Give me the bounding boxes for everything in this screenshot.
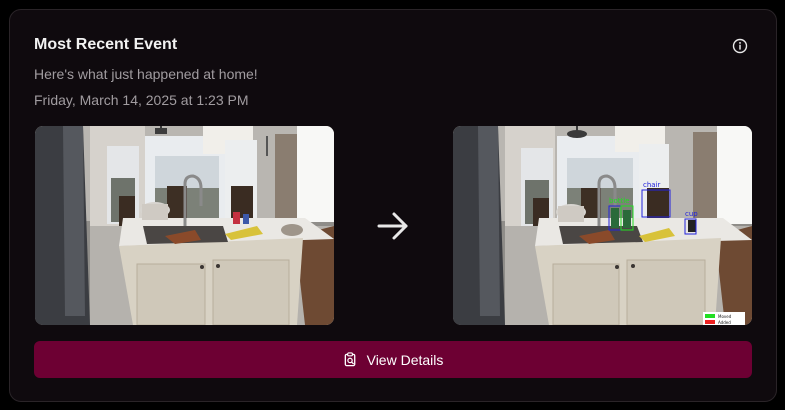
- clipboard-search-icon: [343, 352, 358, 367]
- view-details-button[interactable]: View Details: [34, 341, 752, 378]
- detection-label-cup: cup: [685, 210, 698, 218]
- legend-label-added: Added: [718, 320, 731, 325]
- info-icon[interactable]: [731, 37, 749, 55]
- most-recent-event-card: Most Recent Event Here's what just happe…: [9, 9, 777, 402]
- detection-label-bottle: bottle: [609, 197, 629, 205]
- after-image[interactable]: chair cup bottle Moved Added: [453, 126, 752, 325]
- event-timestamp: Friday, March 14, 2025 at 1:23 PM: [34, 92, 249, 108]
- arrow-right-icon: [376, 209, 410, 243]
- card-subtitle: Here's what just happened at home!: [34, 66, 258, 82]
- before-image[interactable]: [35, 126, 334, 325]
- legend-label-moved: Moved: [718, 314, 732, 319]
- card-title: Most Recent Event: [34, 36, 178, 53]
- detection-label-chair: chair: [643, 181, 661, 189]
- view-details-label: View Details: [366, 351, 444, 368]
